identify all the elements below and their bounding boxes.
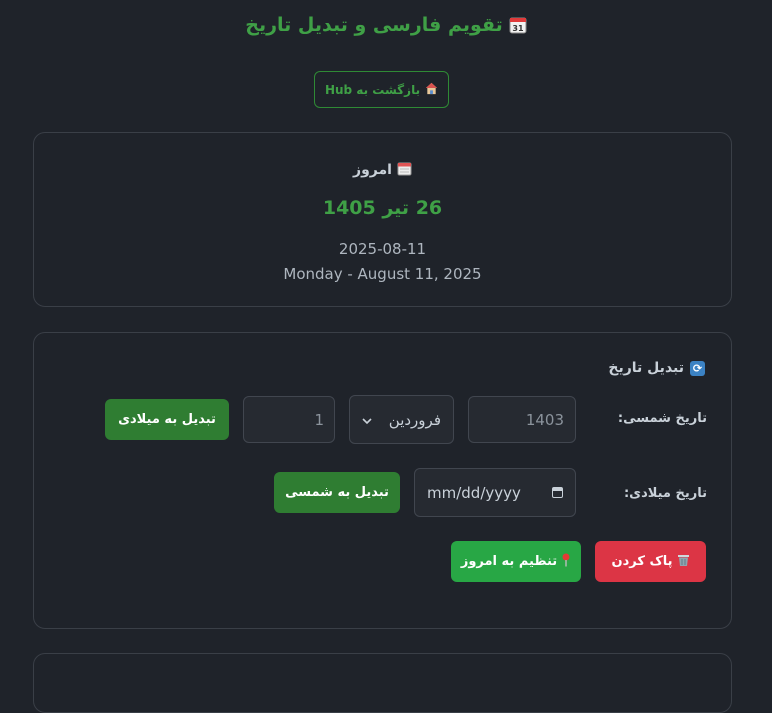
calendar-icon	[397, 161, 412, 180]
convert-to-shamsi-button[interactable]: تبدیل به شمسی	[274, 472, 400, 513]
shamsi-date-label: تاریخ شمسی:	[617, 411, 707, 426]
clear-button-label: پاک کردن	[611, 554, 673, 569]
page-title-text: تقویم فارسی و تبدیل تاریخ	[245, 14, 503, 36]
pin-icon	[561, 553, 571, 571]
today-long-date: Monday - August 11, 2025	[283, 265, 482, 283]
today-heading: امروز	[34, 161, 731, 180]
today-iso-date: 2025-08-11	[338, 240, 427, 258]
gregorian-date-placeholder: mm/dd/yyyy	[427, 483, 521, 502]
today-persian-date: 26 تیر 1405	[322, 197, 443, 219]
today-heading-text: امروز	[353, 162, 392, 178]
shamsi-month-value: فروردین	[388, 410, 441, 429]
set-today-label: تنظیم به امروز	[460, 554, 558, 569]
house-icon	[425, 82, 438, 98]
converter-heading: ⟳ تبدیل تاریخ	[608, 360, 705, 376]
set-today-button[interactable]: تنظیم به امروز	[451, 541, 581, 582]
shamsi-day-placeholder: 1	[314, 410, 324, 429]
converter-heading-text: تبدیل تاریخ	[608, 360, 684, 376]
back-to-hub-button[interactable]: بازگشت به Hub	[314, 71, 449, 108]
sync-icon: ⟳	[690, 360, 705, 376]
clear-button[interactable]: پاک کردن	[595, 541, 706, 582]
shamsi-year-input[interactable]: 1403	[468, 396, 576, 443]
calendar-picker-icon[interactable]	[552, 487, 563, 498]
chevron-down-icon	[362, 411, 372, 429]
shamsi-day-input[interactable]: 1	[243, 396, 335, 443]
next-card	[33, 653, 732, 713]
page-title: 31 تقویم فارسی و تبدیل تاریخ	[0, 14, 772, 39]
gregorian-date-input[interactable]: mm/dd/yyyy	[414, 468, 576, 517]
convert-to-gregorian-button[interactable]: تبدیل به میلادی	[105, 399, 229, 440]
today-card: امروز 26 تیر 1405 2025-08-11 Monday - Au…	[33, 132, 732, 307]
shamsi-year-placeholder: 1403	[525, 410, 564, 429]
converter-card: ⟳ تبدیل تاریخ تاریخ شمسی: 1403 فروردین 1…	[33, 332, 732, 629]
back-to-hub-label: بازگشت به Hub	[324, 82, 421, 97]
calendar-icon: 31	[509, 16, 527, 39]
gregorian-date-label: تاریخ میلادی:	[623, 486, 707, 501]
svg-text:31: 31	[512, 24, 524, 33]
trash-icon	[677, 553, 690, 571]
shamsi-month-select[interactable]: فروردین	[349, 395, 454, 444]
